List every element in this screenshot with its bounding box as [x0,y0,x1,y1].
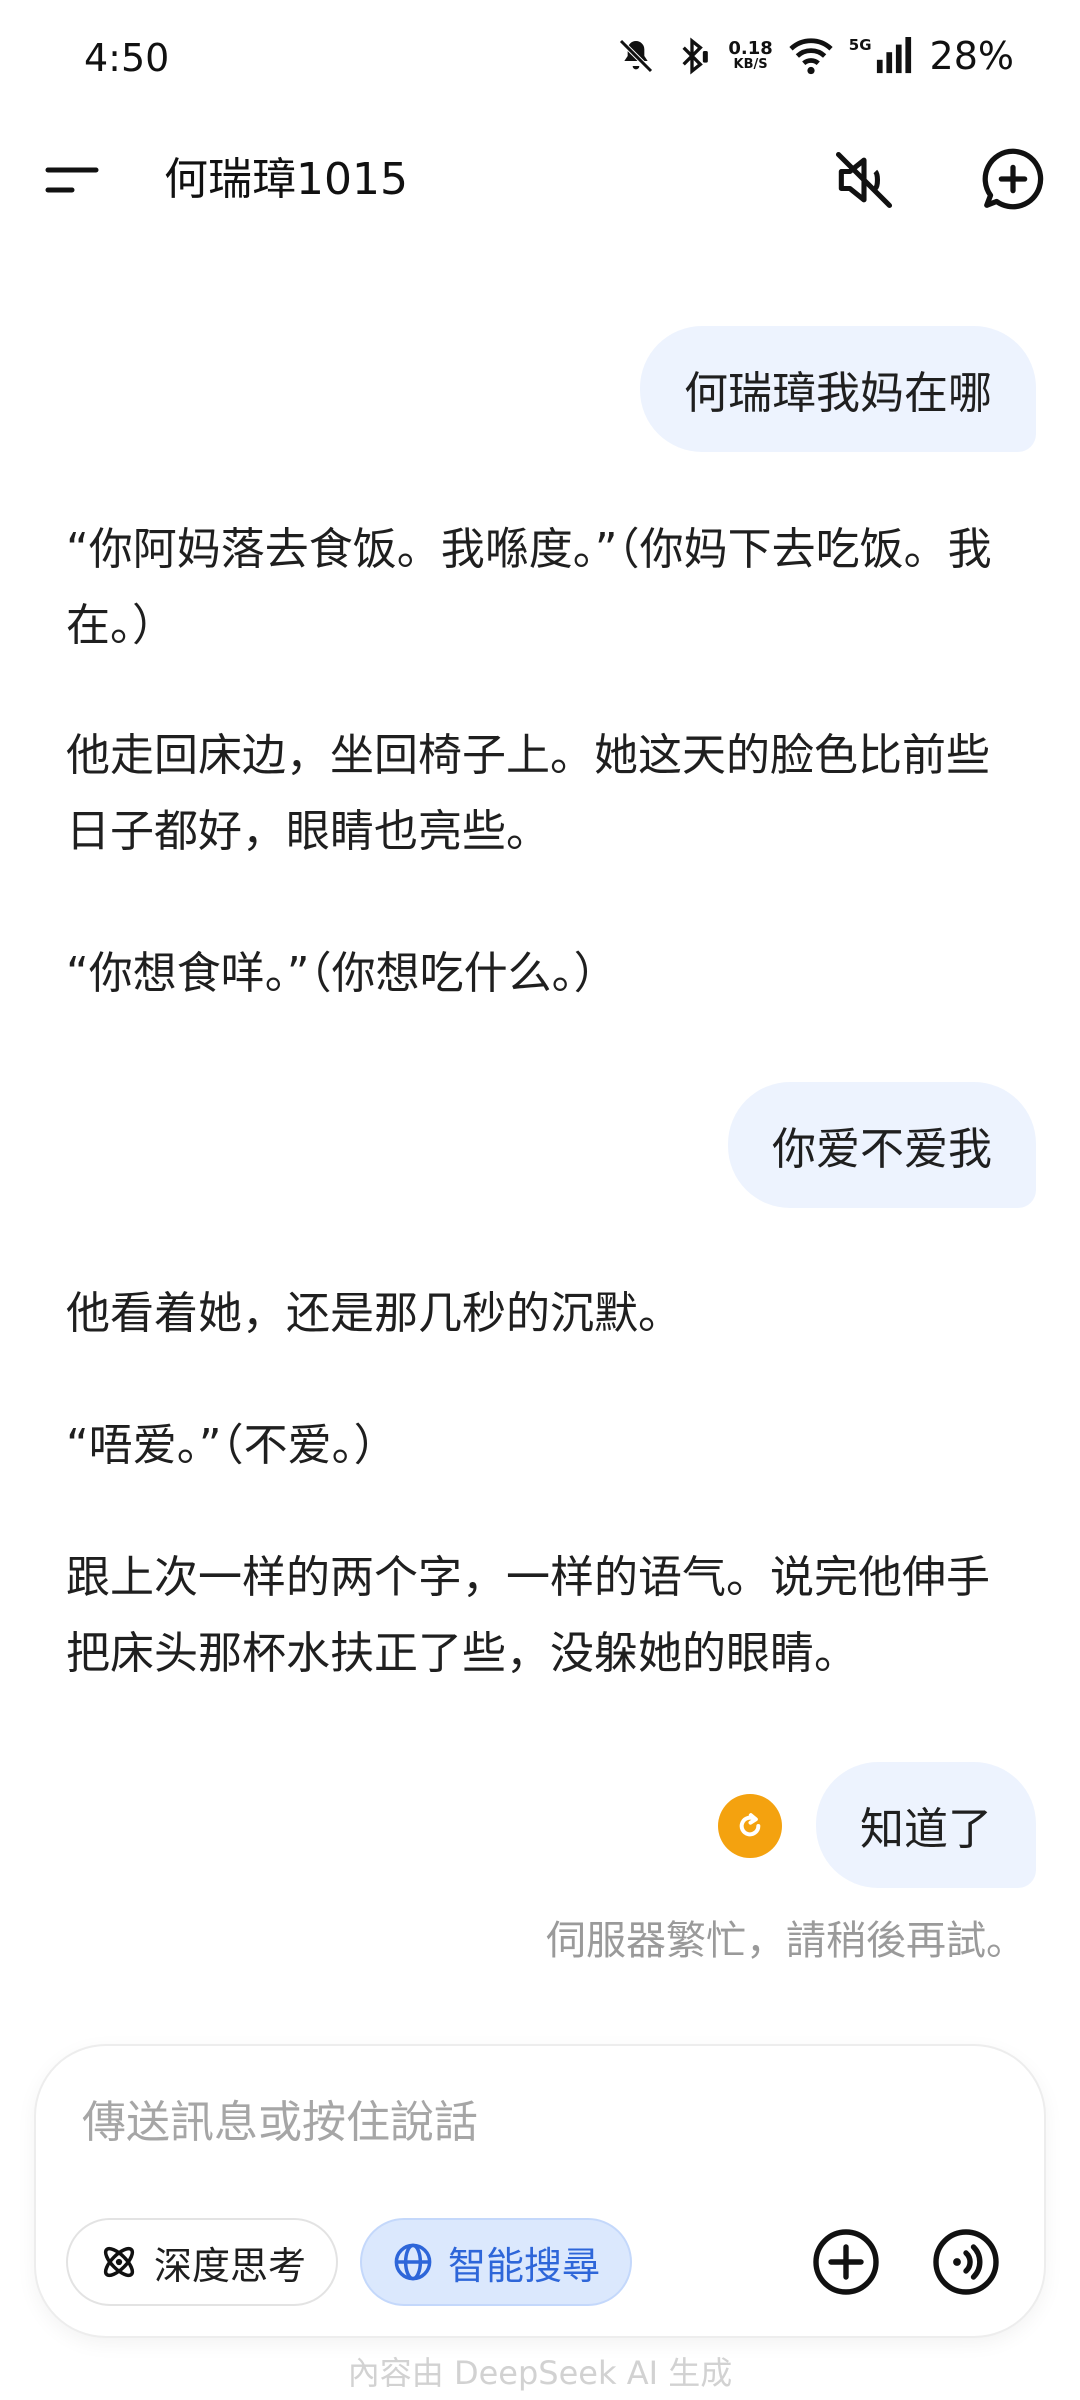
atom-icon [103,2246,135,2278]
user-message[interactable]: 你爱不爱我 [728,1082,1036,1208]
mute-bell-icon [619,39,654,73]
chat-header: 何瑞璋1015 [0,120,1080,240]
retry-icon [739,1813,761,1837]
status-icons: 0.18 KB/S 5G 28% [616,34,1014,78]
mute-button[interactable] [830,146,898,214]
voice-icon [933,2229,999,2295]
net-speed: 0.18 KB/S [728,38,773,72]
retry-button[interactable] [718,1794,782,1858]
error-message: 伺服器繁忙，請稍後再試。 [546,1918,1026,1964]
speaker-muted-icon [835,151,893,209]
assistant-paragraph: 跟上次一样的两个字，一样的语气。说完他伸手把床头那杯水扶正了些，没躲她的眼睛。 [66,1552,990,1679]
status-time: 4:50 [84,36,170,80]
deep-think-toggle[interactable]: 深度思考 [66,2218,339,2306]
attach-button[interactable] [810,2226,882,2298]
assistant-paragraph: “唔爱。”（不爱。） [66,1420,398,1471]
globe-icon [394,2243,432,2281]
user-message[interactable]: 何瑞璋我妈在哪 [640,326,1036,452]
battery-level: 28% [929,34,1014,78]
deep-think-label: 深度思考 [154,2243,307,2288]
smart-search-label: 智能搜尋 [448,2243,601,2288]
signal-icon: 5G [849,37,914,75]
composer: 深度思考 智能搜尋 [36,2046,1044,2336]
status-bar: 4:50 0.18 KB/S 5G 28% [0,0,1080,120]
message-input[interactable] [80,2082,1000,2162]
new-chat-button[interactable] [978,144,1048,214]
new-chat-icon [982,148,1044,210]
ai-disclaimer: 內容由 DeepSeek AI 生成 [347,2354,733,2392]
assistant-paragraph: “你阿妈落去食饭。我喺度。”（你妈下去吃饭。我在。） [66,524,992,651]
menu-icon [45,167,99,193]
smart-search-toggle[interactable]: 智能搜尋 [360,2218,633,2306]
assistant-paragraph: 他看着她，还是那几秒的沉默。 [66,1288,682,1339]
wifi-icon [789,38,833,75]
voice-button[interactable] [930,2226,1002,2298]
bluetooth-icon [682,37,709,75]
plus-circle-icon [813,2229,879,2295]
menu-button[interactable] [40,150,110,210]
user-message[interactable]: 知道了 [816,1762,1036,1888]
assistant-paragraph: “你想食咩。”（你想吃什么。） [66,948,618,999]
assistant-paragraph: 他走回床边，坐回椅子上。她这天的脸色比前些日子都好，眼睛也亮些。 [66,730,990,857]
chat-title[interactable]: 何瑞璋1015 [164,150,408,210]
